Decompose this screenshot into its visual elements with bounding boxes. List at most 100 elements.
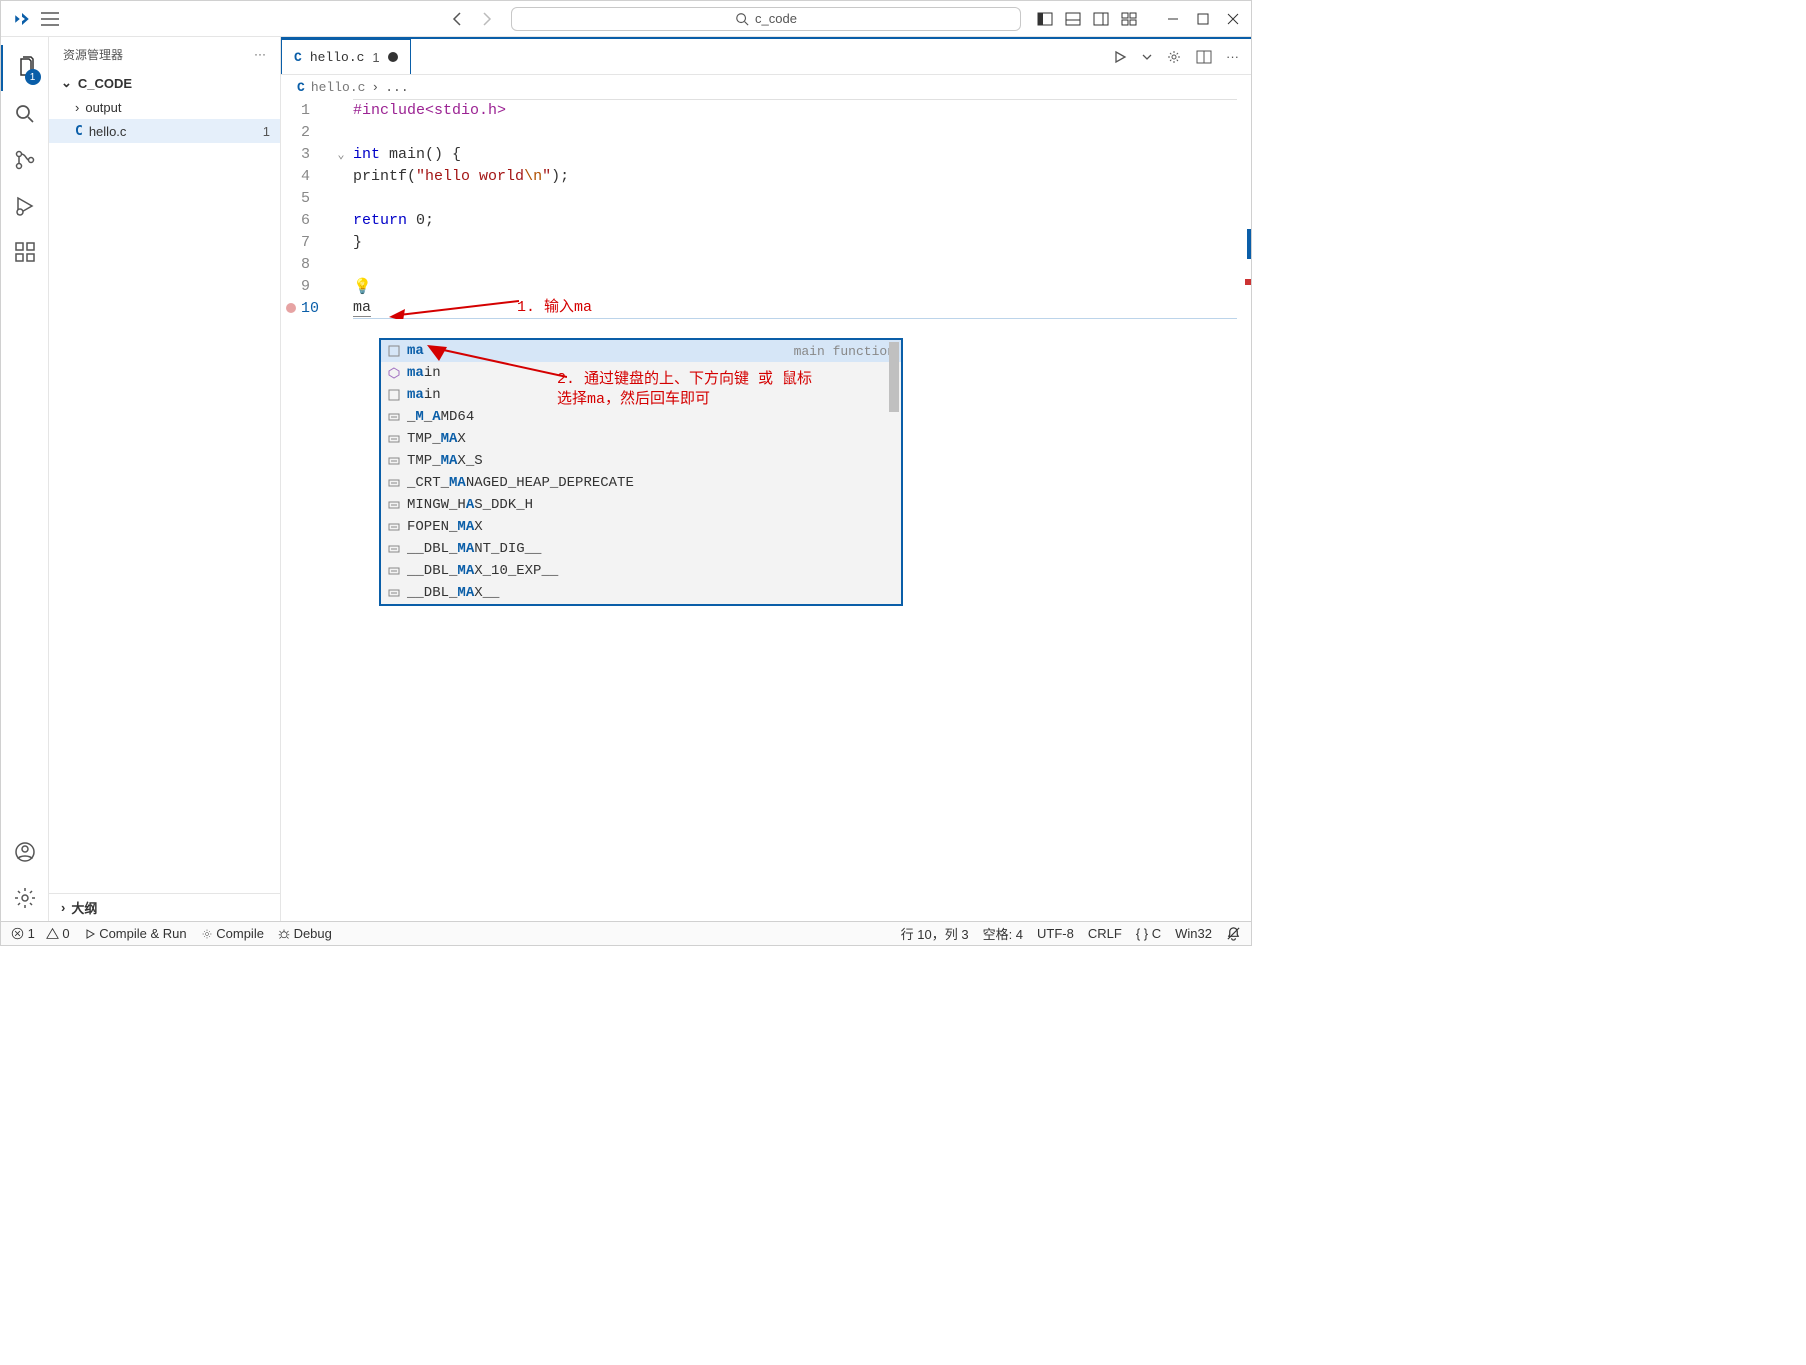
lightbulb-icon[interactable]: 💡 [353, 277, 372, 296]
gear-icon[interactable] [1166, 49, 1182, 65]
breadcrumb[interactable]: C hello.c › ... [281, 75, 1251, 99]
breakpoint-dot-icon[interactable] [286, 303, 296, 313]
chevron-right-icon: › [75, 100, 79, 115]
status-debug[interactable]: Debug [278, 926, 332, 941]
sidebar-header: 资源管理器 ··· [49, 37, 280, 71]
run-icon[interactable] [1112, 49, 1128, 65]
project-label: C_CODE [78, 76, 132, 91]
suggest-text: NT_DIG__ [474, 541, 541, 557]
layout-grid-icon[interactable] [1121, 11, 1137, 27]
suggest-text: MA [457, 519, 474, 535]
suggest-text: A [466, 497, 474, 513]
title-right-icons [1037, 11, 1243, 27]
activity-extensions[interactable] [1, 229, 49, 275]
breakpoint-gutter[interactable] [281, 99, 301, 313]
code-token: } [353, 234, 362, 251]
tree-file-hello-c[interactable]: C hello.c 1 [49, 119, 280, 143]
window-close-icon[interactable] [1227, 13, 1239, 25]
run-chevron-icon[interactable] [1142, 52, 1152, 62]
activity-search[interactable] [1, 91, 49, 137]
line-number: 7 [301, 231, 333, 253]
suggest-item[interactable]: TMP_MAX [381, 428, 901, 450]
activity-explorer[interactable]: 1 [1, 45, 49, 91]
command-center-search[interactable]: c_code [511, 7, 1021, 31]
suggest-item[interactable]: __DBL_MAX_10_EXP__ [381, 560, 901, 582]
project-root[interactable]: ⌄ C_CODE [49, 71, 280, 95]
status-language[interactable]: { } C [1136, 926, 1161, 941]
status-target[interactable]: Win32 [1175, 926, 1212, 941]
status-eol[interactable]: CRLF [1088, 926, 1122, 941]
suggest-widget[interactable]: ma main function main main _M_AMD64 [379, 338, 903, 606]
code-token: <stdio.h> [425, 102, 506, 119]
window-minimize-icon[interactable] [1167, 13, 1179, 25]
hamburger-menu-icon[interactable] [41, 12, 59, 26]
code-token: " [542, 168, 551, 185]
code-token: ( [407, 168, 416, 185]
layout-bottom-icon[interactable] [1065, 11, 1081, 27]
suggest-text: in [424, 365, 441, 381]
file-problem-count: 1 [263, 124, 270, 139]
error-icon [11, 927, 24, 940]
line-number: 5 [301, 187, 333, 209]
suggest-text: TMP_ [407, 431, 441, 447]
constant-icon [387, 520, 401, 534]
search-icon [735, 12, 749, 26]
layout-right-icon[interactable] [1093, 11, 1109, 27]
line-number: 1 [301, 99, 333, 121]
suggest-item[interactable]: main [381, 384, 901, 406]
suggest-item[interactable]: FOPEN_MAX [381, 516, 901, 538]
suggest-text: MA [449, 475, 466, 491]
suggest-item[interactable]: __DBL_MAX__ [381, 582, 901, 604]
suggest-text: ma [407, 387, 424, 403]
nav-arrows [449, 11, 495, 27]
activity-settings[interactable] [1, 875, 49, 921]
suggest-item[interactable]: __DBL_MANT_DIG__ [381, 538, 901, 560]
tab-problem-count: 1 [372, 50, 379, 65]
activity-scm[interactable] [1, 137, 49, 183]
suggest-item[interactable]: main [381, 362, 901, 384]
nav-forward-icon [479, 11, 495, 27]
activity-account[interactable] [1, 829, 49, 875]
status-encoding[interactable]: UTF-8 [1037, 926, 1074, 941]
suggest-scrollbar[interactable] [889, 342, 899, 412]
window-maximize-icon[interactable] [1197, 13, 1209, 25]
tree-folder-output[interactable]: › output [49, 95, 280, 119]
suggest-item[interactable]: MINGW_HAS_DDK_H [381, 494, 901, 516]
layout-left-icon[interactable] [1037, 11, 1053, 27]
suggest-item[interactable]: _CRT_MANAGED_HEAP_DEPRECATE [381, 472, 901, 494]
search-text: c_code [755, 11, 797, 26]
c-file-icon: C [294, 50, 302, 65]
outline-section[interactable]: › 大纲 [49, 893, 280, 921]
fold-chevron-icon[interactable]: ⌄ [333, 143, 349, 165]
status-errors[interactable]: 1 0 [11, 926, 70, 941]
suggest-item[interactable]: TMP_MAX_S [381, 450, 901, 472]
status-language-label: C [1152, 926, 1161, 941]
status-spaces[interactable]: 空格: 4 [983, 924, 1023, 943]
minimap[interactable] [1237, 99, 1251, 921]
status-compile-run-label: Compile & Run [99, 926, 186, 941]
suggest-item[interactable]: _M_AMD64 [381, 406, 901, 428]
fold-gutter[interactable]: ⌄ [333, 99, 349, 319]
status-compile[interactable]: Compile [201, 926, 264, 941]
line-number: 6 [301, 209, 333, 231]
tab-hello-c[interactable]: C hello.c 1 [281, 39, 411, 74]
status-bell-icon[interactable] [1226, 926, 1241, 941]
editor-more-icon[interactable]: ··· [1226, 49, 1239, 64]
suggest-text: MINGW_H [407, 497, 466, 513]
sidebar-more-icon[interactable]: ··· [254, 47, 266, 61]
split-editor-icon[interactable] [1196, 49, 1212, 65]
suggest-text: X [474, 519, 482, 535]
activity-run[interactable] [1, 183, 49, 229]
play-icon [84, 928, 96, 940]
status-cursor-pos[interactable]: 行 10，列 3 [901, 924, 969, 943]
line-number: 4 [301, 165, 333, 187]
code-content[interactable]: #include <stdio.h> int main() { printf("… [353, 99, 1237, 319]
editor-body[interactable]: 1 2 3 4 5 6 7 8 9 10 ⌄ #include <stdio.h… [281, 99, 1251, 921]
nav-back-icon[interactable] [449, 11, 465, 27]
suggest-item[interactable]: ma main function [381, 340, 901, 362]
window-controls [1167, 13, 1239, 25]
activity-bar: 1 [1, 37, 49, 921]
editor-actions: ··· [1112, 39, 1251, 74]
status-compile-run[interactable]: Compile & Run [84, 926, 187, 941]
suggest-text: FOPEN_ [407, 519, 457, 535]
